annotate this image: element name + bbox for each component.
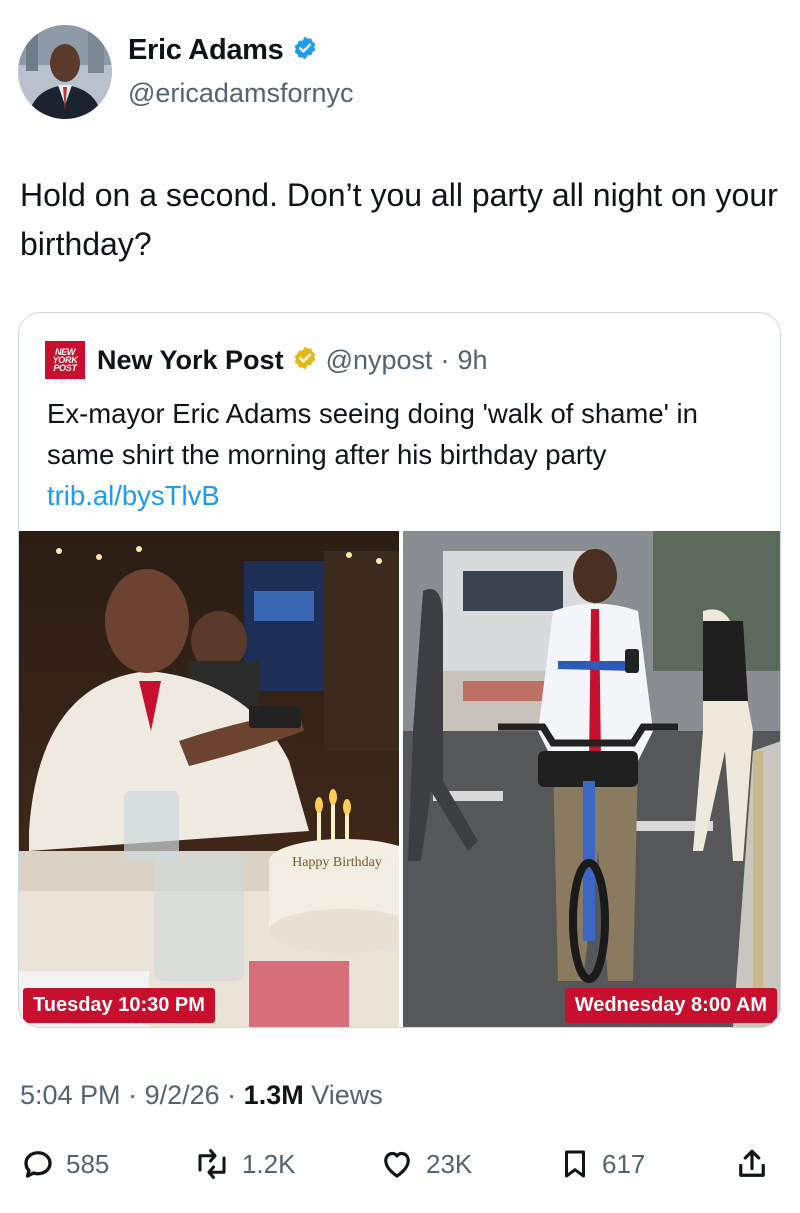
author-name-row: Eric Adams: [128, 34, 318, 67]
share-button[interactable]: [734, 1146, 770, 1182]
tweet-meta: 5:04 PM · 9/2/26 · 1.3M Views: [20, 1080, 383, 1111]
author-handle[interactable]: @ericadamsfornyc: [128, 78, 353, 109]
quote-author-handle[interactable]: @nypost: [326, 345, 433, 376]
author-name[interactable]: Eric Adams: [128, 34, 284, 67]
meta-dot-1: ·: [128, 1080, 145, 1110]
repost-icon: [192, 1146, 232, 1182]
views-count: 1.3M: [243, 1080, 304, 1110]
quote-header: NEW YORK POST New York Post @nypost · 9h: [45, 341, 488, 379]
party-image: Happy Birthday: [19, 531, 399, 1027]
quote-tweet-card[interactable]: NEW YORK POST New York Post @nypost · 9h…: [18, 312, 781, 1028]
verified-badge-icon: [292, 35, 318, 66]
left-photo-caption: Tuesday 10:30 PM: [23, 988, 215, 1023]
meta-dot-2: ·: [227, 1080, 244, 1110]
bookmark-count: 617: [602, 1148, 646, 1179]
tweet-time[interactable]: 5:04 PM: [20, 1080, 121, 1110]
action-bar: 585 1.2K 23K 617: [0, 1138, 800, 1194]
nypost-logo-icon[interactable]: NEW YORK POST: [45, 341, 85, 379]
photo-birthday-party[interactable]: Happy Birthday Tuesday 10:30 PM: [19, 531, 399, 1027]
cake-text: Happy Birthday: [292, 855, 382, 870]
views-label: Views: [311, 1080, 383, 1110]
quote-text-block: Ex-mayor Eric Adams seeing doing 'walk o…: [47, 393, 747, 516]
repost-count: 1.2K: [242, 1148, 296, 1179]
quote-author-name[interactable]: New York Post: [97, 345, 284, 376]
logo-line-3: POST: [53, 363, 77, 373]
dot-separator: ·: [440, 344, 450, 375]
like-count: 23K: [426, 1148, 473, 1179]
right-photo-caption: Wednesday 8:00 AM: [564, 988, 777, 1023]
tweet-date[interactable]: 9/2/26: [145, 1080, 220, 1110]
reply-button[interactable]: 585: [20, 1146, 109, 1182]
street-image: [403, 531, 780, 1027]
avatar-photo: [18, 25, 112, 119]
author-avatar[interactable]: [18, 25, 112, 119]
repost-button[interactable]: 1.2K: [192, 1146, 296, 1182]
quote-text: Ex-mayor Eric Adams seeing doing 'walk o…: [47, 398, 698, 470]
tweet-text: Hold on a second. Don’t you all party al…: [20, 177, 778, 262]
like-button[interactable]: 23K: [378, 1146, 472, 1182]
gold-verified-badge-icon: [292, 345, 318, 376]
heart-icon: [378, 1146, 416, 1182]
reply-icon: [20, 1146, 56, 1182]
quote-link[interactable]: trib.al/bysTlvB: [47, 480, 220, 511]
bookmark-button[interactable]: 617: [558, 1146, 645, 1182]
share-icon: [734, 1146, 770, 1182]
quote-time[interactable]: 9h: [458, 345, 488, 376]
photo-street-bike[interactable]: Wednesday 8:00 AM: [403, 531, 780, 1027]
reply-count: 585: [66, 1148, 110, 1179]
bookmark-icon: [558, 1146, 592, 1182]
